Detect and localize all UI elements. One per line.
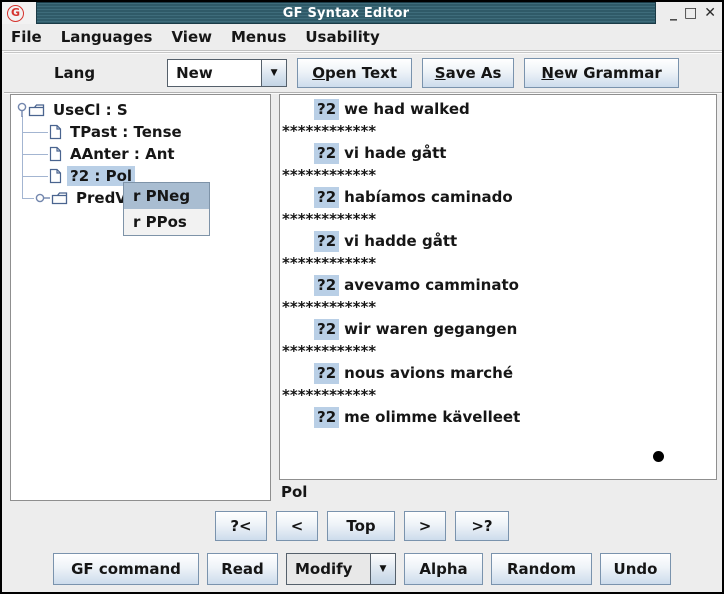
sentence-text: wir waren gegangen [344, 320, 517, 338]
gf-logo-icon: G [7, 5, 24, 22]
refinement-popup-menu: r PNeg r PPos [123, 182, 210, 236]
tree-node-aanter[interactable]: AAnter : Ant [67, 144, 178, 164]
status-line: Pol [281, 482, 717, 502]
chevron-down-icon[interactable]: ▼ [261, 60, 286, 86]
sentence-text: we had walked [344, 100, 470, 118]
metavariable-token[interactable]: ?2 [314, 275, 339, 296]
menu-usability[interactable]: Usability [305, 28, 379, 46]
save-as-button[interactable]: Save As [422, 58, 514, 88]
new-grammar-label: ew Grammar [554, 64, 662, 82]
metavariable-token[interactable]: ?2 [314, 99, 339, 120]
syntax-tree-panel: UseCl : S TPast : Tense AAnter : Ant ?2 … [10, 94, 271, 501]
next-node-button[interactable]: > [404, 511, 446, 541]
document-icon [49, 124, 62, 140]
folder-icon [28, 103, 45, 117]
popup-item-ppos[interactable]: r PPos [124, 209, 209, 235]
random-button[interactable]: Random [491, 553, 592, 585]
modify-combo-value[interactable]: Modify [287, 554, 370, 584]
save-as-label: ave As [446, 64, 502, 82]
menu-menus[interactable]: Menus [231, 28, 286, 46]
language-separator: ************ [280, 164, 716, 186]
close-icon[interactable]: ✕ [704, 6, 716, 20]
sentence-text: avevamo camminato [344, 276, 519, 294]
sentence-text: me olimme kävelleet [344, 408, 520, 426]
menu-languages[interactable]: Languages [61, 28, 153, 46]
undo-button[interactable]: Undo [600, 553, 671, 585]
open-text-mnemonic: O [312, 64, 325, 82]
new-grammar-mnemonic: N [541, 64, 554, 82]
prev-node-button[interactable]: < [276, 511, 318, 541]
tree-node-usecl[interactable]: UseCl : S [50, 100, 131, 120]
linearization-finnish: ?2 me olimme kävelleet [280, 406, 716, 428]
modify-combo[interactable]: Modify ▼ [286, 553, 396, 585]
metavariable-token[interactable]: ?2 [314, 363, 339, 384]
gf-command-button[interactable]: GF command [53, 553, 199, 585]
focus-dot-marker [653, 451, 664, 462]
tree-row: UseCl : S [11, 99, 131, 121]
navigation-row: ?< < Top > >? [2, 511, 722, 541]
lang-label: Lang [54, 64, 95, 82]
focused-node-type: Pol [281, 483, 307, 501]
chevron-down-icon[interactable]: ▼ [370, 554, 395, 584]
language-separator: ************ [280, 384, 716, 406]
maximize-icon[interactable]: □ [684, 6, 697, 20]
folder-icon [51, 191, 68, 205]
menu-bar: File Languages View Menus Usability [2, 24, 722, 51]
linearization-french: ?2 nous avions marché [280, 362, 716, 384]
top-button[interactable]: Top [327, 511, 395, 541]
gf-logo: G [2, 2, 36, 24]
popup-item-pneg[interactable]: r PNeg [124, 183, 209, 209]
window-title: GF Syntax Editor [283, 6, 409, 21]
toolbar: Lang New ▼ Open Text Save As New Grammar [4, 52, 724, 93]
linearization-german: ?2 wir waren gegangen [280, 318, 716, 340]
language-separator: ************ [280, 296, 716, 318]
tree-row: AAnter : Ant [11, 143, 178, 165]
linearization-spanish: ?2 habíamos caminado [280, 186, 716, 208]
new-grammar-button[interactable]: New Grammar [524, 58, 679, 88]
save-as-mnemonic: S [435, 64, 446, 82]
titlebar: G GF Syntax Editor _ □ ✕ [2, 2, 722, 24]
language-separator: ************ [280, 340, 716, 362]
prev-metavariable-button[interactable]: ?< [215, 511, 267, 541]
titlebar-drag-area[interactable]: GF Syntax Editor [36, 2, 656, 24]
open-text-button[interactable]: Open Text [297, 58, 412, 88]
menu-file[interactable]: File [11, 28, 42, 46]
document-icon [49, 146, 62, 162]
metavariable-token[interactable]: ?2 [314, 143, 339, 164]
language-separator: ************ [280, 120, 716, 142]
sentence-text: vi hadde gått [344, 232, 457, 250]
linearization-norwegian: ?2 vi hadde gått [280, 230, 716, 252]
language-separator: ************ [280, 208, 716, 230]
command-row: GF command Read Modify ▼ Alpha Random Un… [2, 553, 722, 585]
next-metavariable-button[interactable]: >? [455, 511, 509, 541]
metavariable-token[interactable]: ?2 [314, 187, 339, 208]
read-button[interactable]: Read [207, 553, 278, 585]
language-combo[interactable]: New ▼ [167, 59, 287, 87]
open-text-label: pen Text [325, 64, 397, 82]
linearization-swedish: ?2 vi hade gått [280, 142, 716, 164]
window-controls: _ □ ✕ [656, 2, 722, 24]
sentence-text: vi hade gått [344, 144, 446, 162]
minimize-icon[interactable]: _ [670, 6, 677, 20]
language-combo-value[interactable]: New [168, 60, 261, 86]
alpha-button[interactable]: Alpha [404, 553, 483, 585]
metavariable-token[interactable]: ?2 [314, 407, 339, 428]
menu-view[interactable]: View [171, 28, 212, 46]
tree-row: TPast : Tense [11, 121, 185, 143]
tree-row: ?2 : Pol [11, 165, 135, 187]
language-separator: ************ [280, 252, 716, 274]
metavariable-token[interactable]: ?2 [314, 231, 339, 252]
gf-syntax-editor-window: G GF Syntax Editor _ □ ✕ File Languages … [0, 0, 724, 594]
sentence-text: nous avions marché [344, 364, 513, 382]
linearization-english: ?2 we had walked [280, 98, 716, 120]
metavariable-token[interactable]: ?2 [314, 319, 339, 340]
sentence-text: habíamos caminado [344, 188, 513, 206]
linearization-panel: ?2 we had walked ************ ?2 vi hade g… [279, 94, 717, 480]
document-icon [49, 168, 62, 184]
tree-node-tpast[interactable]: TPast : Tense [67, 122, 185, 142]
tree-row: PredVP [11, 187, 141, 209]
linearization-italian: ?2 avevamo camminato [280, 274, 716, 296]
